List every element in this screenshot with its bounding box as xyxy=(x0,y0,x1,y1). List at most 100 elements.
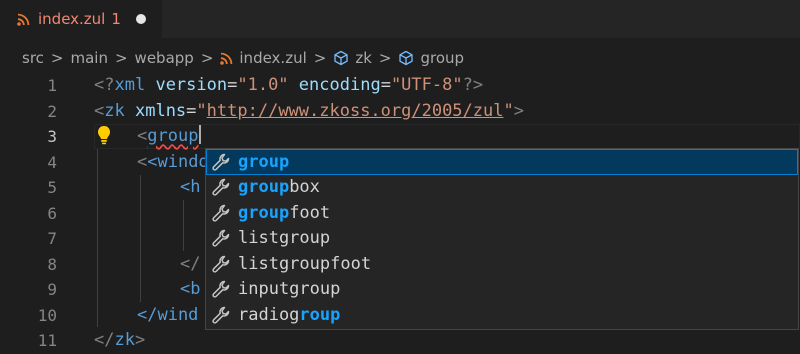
line-number: 10 xyxy=(37,305,57,325)
suggestion-rest: foot xyxy=(289,202,331,223)
xml-string: "UTF-8" xyxy=(390,75,463,95)
indent-guide xyxy=(183,200,184,251)
line-number: 9 xyxy=(47,280,57,299)
problem-count-badge: 1 xyxy=(111,10,121,28)
xml-equals: = xyxy=(227,75,238,95)
xml-attribute: xmlns xyxy=(134,100,187,121)
xml-string: "1.0" xyxy=(237,75,289,95)
breadcrumb-file-label: index.zul xyxy=(239,49,307,67)
xml-delimiter: <? xyxy=(94,75,115,95)
tab-bar: index.zul 1 xyxy=(0,0,800,38)
xml-delimiter: < xyxy=(137,151,148,172)
suggestion-prefix: radiog xyxy=(238,304,300,325)
code-line-10: </wind xyxy=(137,303,198,329)
code-line-1: <?xml version="1.0" encoding="UTF-8"?> xyxy=(94,73,483,99)
xml-equals: = xyxy=(380,75,391,95)
breadcrumb-separator: > xyxy=(114,49,128,67)
xml-delimiter: < xyxy=(94,100,105,121)
wrench-icon xyxy=(212,204,230,222)
indent-guide xyxy=(140,175,141,302)
breadcrumb-src[interactable]: src xyxy=(22,49,44,67)
wrench-icon xyxy=(212,153,230,171)
namespace-link[interactable]: http://www.zkoss.org/2005/zul xyxy=(207,101,504,121)
xml-delimiter: < xyxy=(137,126,148,146)
lightbulb-icon[interactable] xyxy=(96,125,112,145)
xml-tag: <windo xyxy=(147,152,208,172)
breadcrumb-zk[interactable]: zk xyxy=(333,49,372,67)
suggestion-item[interactable]: listgroup xyxy=(206,226,798,252)
wrench-icon xyxy=(212,255,230,273)
xml-delimiter: > xyxy=(134,330,146,350)
breadcrumb-zk-label: zk xyxy=(355,49,372,67)
suggestion-item[interactable]: group box xyxy=(206,175,798,201)
breadcrumb-file[interactable]: index.zul xyxy=(220,49,307,67)
line-number: 4 xyxy=(47,152,57,172)
suggestion-match: group xyxy=(238,177,290,198)
xml-delimiter: ?> xyxy=(462,75,484,95)
indent-guide xyxy=(97,149,98,327)
code-line-3: <group xyxy=(137,124,202,150)
suggestion-item[interactable]: radiog roup xyxy=(206,302,798,328)
line-number: 7 xyxy=(47,229,57,248)
breadcrumb-webapp[interactable]: webapp xyxy=(135,49,194,67)
suggestion-match: group xyxy=(238,202,290,223)
code-line-2: <zk xmlns="http://www.zkoss.org/2005/zul… xyxy=(94,99,524,125)
xml-string: " xyxy=(196,100,207,121)
suggestion-item[interactable]: listgroupfoot xyxy=(206,251,798,277)
code-line-4: <<windo xyxy=(137,150,209,176)
breadcrumb-separator: > xyxy=(50,49,64,67)
xml-tag: <b xyxy=(180,279,201,299)
symbol-class-icon xyxy=(334,50,348,66)
unsaved-dot-icon[interactable] xyxy=(135,14,146,24)
suggestion-item[interactable]: inputgroup xyxy=(206,277,798,303)
xml-delimiter: </ xyxy=(94,330,115,350)
code-line-8: </ xyxy=(180,252,200,278)
xml-tag: <h xyxy=(180,177,201,197)
wrench-icon xyxy=(212,281,230,298)
wrench-icon xyxy=(212,306,230,324)
line-number: 6 xyxy=(47,203,57,223)
code-line-9: <b xyxy=(180,277,200,303)
suggestion-match: group xyxy=(238,151,290,172)
typed-tag-error: group xyxy=(147,126,199,146)
line-number: 1 xyxy=(47,76,57,95)
symbol-class-icon xyxy=(399,50,414,66)
suggestion-item[interactable]: group xyxy=(206,149,798,175)
breadcrumb-separator: > xyxy=(378,49,392,67)
rss-icon xyxy=(220,52,233,65)
suggestion-rest: inputgroup xyxy=(238,279,341,300)
tab-index-zul[interactable]: index.zul 1 xyxy=(0,0,162,38)
tab-title: index.zul xyxy=(38,10,106,28)
xml-delimiter: </ xyxy=(180,253,201,274)
suggestion-item[interactable]: group foot xyxy=(206,200,798,226)
suggestion-rest: listgroup xyxy=(238,228,331,249)
suggestion-widget[interactable]: group group box group foot listgroup listgroup… xyxy=(205,148,799,330)
code-line-5: <h xyxy=(180,175,200,201)
breadcrumb-group-label: group xyxy=(420,49,465,67)
line-number: 2 xyxy=(47,101,57,121)
breadcrumb: src > main > webapp > index.zul > zk > g… xyxy=(0,45,800,71)
xml-attribute: version xyxy=(155,75,228,95)
line-number: 5 xyxy=(47,178,57,197)
xml-attribute: encoding xyxy=(298,75,381,95)
text-cursor xyxy=(199,125,202,144)
suggestion-match: roup xyxy=(299,304,341,325)
xml-string: " xyxy=(503,100,514,121)
xml-equals: = xyxy=(186,100,197,121)
xml-tag: </wind xyxy=(137,304,199,325)
xml-tag: zk xyxy=(104,100,125,121)
breadcrumb-separator: > xyxy=(200,49,214,67)
breadcrumb-separator: > xyxy=(313,49,327,67)
line-number-current: 3 xyxy=(47,127,57,146)
wrench-icon xyxy=(212,230,230,247)
wrench-icon xyxy=(212,179,230,196)
rss-icon xyxy=(17,13,30,26)
xml-delimiter: > xyxy=(513,100,524,121)
xml-tag-text: <windo xyxy=(147,151,209,172)
xml-tag: zk xyxy=(114,330,135,350)
suggestion-rest: listgroupfoot xyxy=(238,253,372,274)
xml-tag: xml xyxy=(114,75,146,95)
breadcrumb-group[interactable]: group xyxy=(398,49,464,67)
breadcrumb-main[interactable]: main xyxy=(70,49,107,67)
suggestion-rest: box xyxy=(289,177,320,198)
